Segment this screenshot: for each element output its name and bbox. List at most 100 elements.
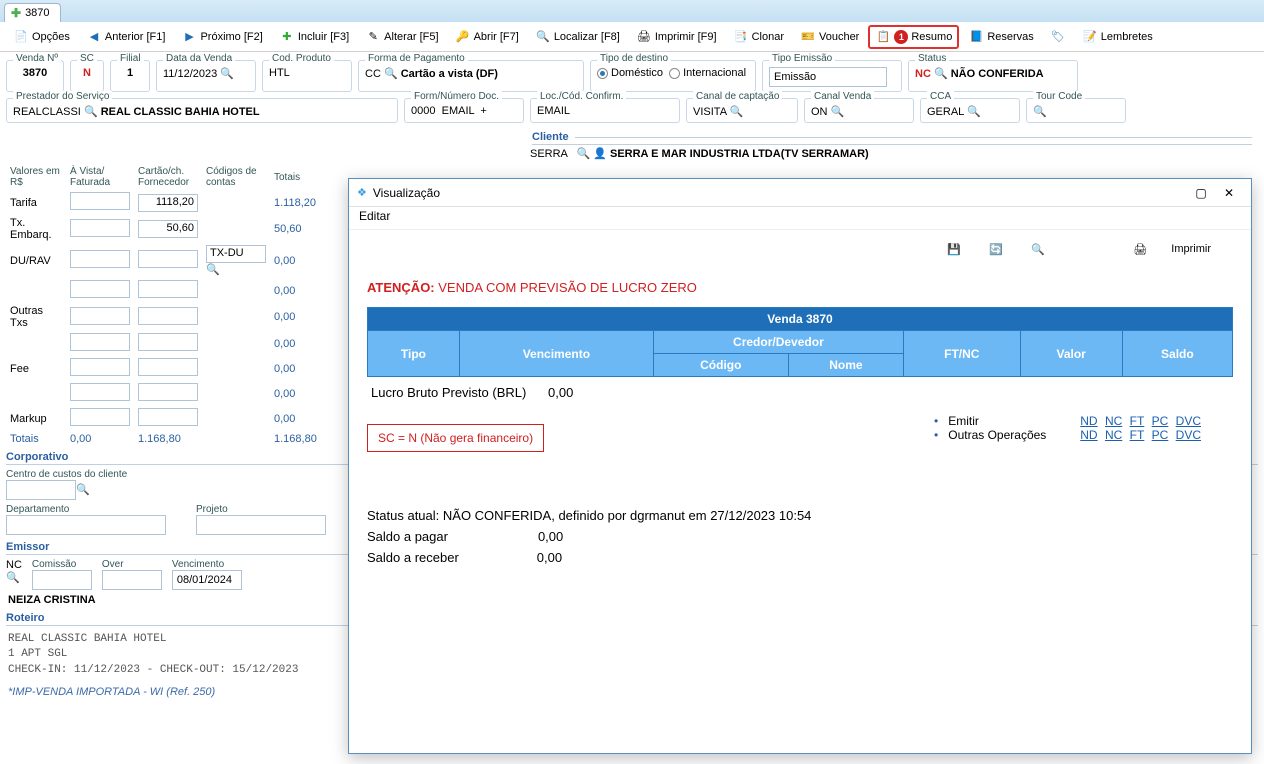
radio-internacional-label: Internacional: [683, 67, 746, 79]
over-input[interactable]: [102, 570, 162, 590]
lembretes-button[interactable]: 📝Lembretes: [1075, 25, 1160, 49]
table-row: 0,00: [6, 331, 330, 356]
plus-button[interactable]: +: [480, 105, 486, 117]
resumo-button[interactable]: 📋1Resumo: [868, 25, 959, 49]
link-nd-2[interactable]: ND: [1080, 428, 1097, 442]
status-code: NC: [915, 68, 931, 80]
save-icon[interactable]: 💾: [943, 238, 965, 260]
saldo-pagar-value: 0,00: [538, 529, 563, 544]
zoom-icon[interactable]: 🔍: [1027, 238, 1049, 260]
tab-active[interactable]: ✚ 3870: [4, 3, 61, 22]
search-icon[interactable]: 🔍: [84, 106, 98, 118]
search-icon[interactable]: 🔍: [76, 484, 90, 496]
totais-v2: 1.168,80: [134, 431, 202, 447]
lucro-row: Lucro Bruto Previsto (BRL) 0,00: [367, 377, 1233, 408]
centro-custos-input[interactable]: [6, 480, 76, 500]
comissao-input[interactable]: [32, 570, 92, 590]
reservas-button[interactable]: 📘Reservas: [961, 25, 1040, 49]
link-dvc[interactable]: DVC: [1176, 414, 1201, 428]
localizar-button[interactable]: 🔍Localizar [F8]: [528, 25, 627, 49]
tag-button[interactable]: 🏷: [1043, 25, 1073, 49]
link-pc[interactable]: PC: [1152, 414, 1169, 428]
print-icon: 🖨: [636, 29, 652, 45]
incluir-button[interactable]: ✚Incluir [F3]: [272, 25, 356, 49]
link-nc-2[interactable]: NC: [1105, 428, 1122, 442]
main-toolbar: 📄Opções ◀Anterior [F1] ▶Próximo [F2] ✚In…: [0, 22, 1264, 52]
anterior-button[interactable]: ◀Anterior [F1]: [79, 25, 173, 49]
projeto-input[interactable]: [196, 515, 326, 535]
cca-value: GERAL: [927, 106, 964, 118]
radio-internacional[interactable]: [669, 68, 680, 79]
refresh-icon[interactable]: 🔄: [985, 238, 1007, 260]
cliente-name: SERRA E MAR INDUSTRIA LTDA(TV SERRAMAR): [610, 148, 869, 160]
sale-title: Venda 3870: [368, 308, 1233, 331]
warn-body: VENDA COM PREVISÃO DE LUCRO ZERO: [438, 280, 697, 295]
saldo-pagar-label: Saldo a pagar: [367, 529, 448, 544]
incluir-label: Incluir [F3]: [298, 31, 349, 43]
totais-label: Totais: [6, 431, 66, 447]
menu-editar[interactable]: Editar: [359, 209, 390, 223]
canal-capt-label: Canal de captação: [693, 91, 782, 102]
outras-label: Outras Operações: [948, 428, 1068, 442]
voucher-label: Voucher: [819, 31, 859, 43]
note-icon: 📝: [1082, 29, 1098, 45]
col-codigos: Códigos de contas: [202, 164, 270, 190]
col-totais: Totais: [270, 164, 330, 190]
imprimir-label[interactable]: Imprimir: [1171, 243, 1211, 255]
close-button[interactable]: ✕: [1215, 182, 1243, 204]
departamento-input[interactable]: [6, 515, 166, 535]
voucher-button[interactable]: 🎫Voucher: [793, 25, 866, 49]
table-row: 0,00: [6, 278, 330, 303]
filial-value: 1: [117, 67, 143, 79]
table-row: Markup 0,00: [6, 406, 330, 431]
link-nc[interactable]: NC: [1105, 414, 1122, 428]
maximize-button[interactable]: ▢: [1187, 182, 1215, 204]
tab-label: 3870: [25, 7, 49, 19]
form-row-1: Venda Nº3870 SCN Filial1 Data da Venda11…: [0, 52, 1264, 94]
link-nd[interactable]: ND: [1080, 414, 1097, 428]
data-venda-label: Data da Venda: [163, 53, 235, 64]
link-ft[interactable]: FT: [1130, 414, 1145, 428]
search-icon[interactable]: 🔍: [220, 68, 234, 80]
link-dvc-2[interactable]: DVC: [1176, 428, 1201, 442]
cliente-heading-text: Cliente: [532, 131, 569, 143]
table-row: DU/RAV TX-DU 🔍 0,00: [6, 243, 330, 278]
dialog-body: ATENÇÃO: VENDA COM PREVISÃO DE LUCRO ZER…: [349, 266, 1251, 753]
radio-domestico[interactable]: [597, 68, 608, 79]
tag-icon: 🏷: [1050, 29, 1066, 45]
proximo-button[interactable]: ▶Próximo [F2]: [174, 25, 269, 49]
visualizacao-dialog: ❖ Visualização ▢ ✕ Editar 💾 🔄 🔍 🖨 Imprim…: [348, 178, 1252, 754]
emissor-code: NC: [6, 559, 22, 571]
search-icon[interactable]: 🔍: [384, 68, 398, 80]
search-icon[interactable]: 🔍: [1033, 106, 1047, 118]
search-icon[interactable]: 🔍: [576, 148, 590, 160]
imprimir-button[interactable]: 🖨Imprimir [F9]: [629, 25, 724, 49]
th-ftnc: FT/NC: [903, 331, 1020, 377]
clonar-button[interactable]: 📑Clonar: [726, 25, 791, 49]
abrir-button[interactable]: 🔑Abrir [F7]: [448, 25, 526, 49]
table-row: Fee 0,00: [6, 356, 330, 381]
search-icon: 🔍: [535, 29, 551, 45]
tipo-emissao-select[interactable]: [769, 67, 887, 87]
search-icon[interactable]: 🔍: [934, 68, 948, 80]
radio-domestico-label: Doméstico: [611, 67, 663, 79]
search-icon[interactable]: 🔍: [6, 571, 22, 584]
search-icon[interactable]: 🔍: [729, 106, 743, 118]
opcoes-button[interactable]: 📄Opções: [6, 25, 77, 49]
table-row: Tarifa 1118,20 1.118,20: [6, 190, 330, 215]
alterar-button[interactable]: ✎Alterar [F5]: [358, 25, 445, 49]
summary-icon: 📋: [875, 29, 891, 45]
venda-no-value: 3870: [13, 67, 57, 79]
search-icon[interactable]: 🔍: [967, 106, 981, 118]
dialog-menu: Editar: [349, 207, 1251, 230]
bullet-icon: •: [934, 428, 938, 442]
th-credev: Credor/Devedor: [653, 331, 903, 354]
venc-input[interactable]: [172, 570, 242, 590]
imprimir-label: Imprimir [F9]: [655, 31, 717, 43]
print-icon[interactable]: 🖨: [1129, 238, 1151, 260]
link-ft-2[interactable]: FT: [1130, 428, 1145, 442]
search-icon[interactable]: 🔍: [831, 106, 845, 118]
canal-capt-value: VISITA: [693, 106, 726, 118]
prestador-code: REALCLASSI: [13, 106, 81, 118]
link-pc-2[interactable]: PC: [1152, 428, 1169, 442]
